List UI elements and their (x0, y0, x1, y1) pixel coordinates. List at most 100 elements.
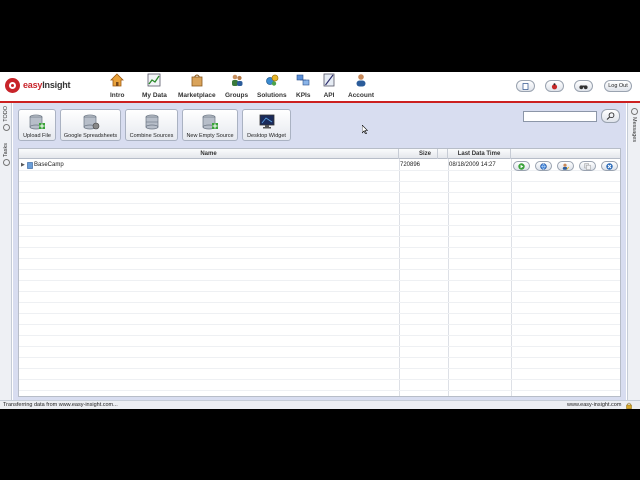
bug-icon (551, 82, 558, 89)
row-divider (19, 335, 620, 336)
search-input[interactable] (523, 111, 597, 122)
upload-file-label: Upload File (23, 133, 51, 139)
row-divider (19, 280, 620, 281)
delete-source-button[interactable] (601, 161, 618, 171)
nav-api[interactable]: API (322, 73, 336, 100)
search-button[interactable] (601, 109, 620, 123)
document-icon (522, 82, 529, 90)
row-divider (19, 225, 620, 226)
close-icon (606, 162, 613, 170)
row-name[interactable]: BaseCamp (34, 160, 64, 170)
nav-label: Marketplace (178, 92, 216, 99)
nav-marketplace[interactable]: Marketplace (178, 73, 216, 100)
nav-my-data[interactable]: My Data (142, 73, 167, 100)
row-divider (19, 258, 620, 259)
tasks-tab[interactable]: Tasks (0, 143, 12, 168)
copy-icon (584, 162, 591, 170)
lock-icon (626, 402, 632, 409)
nav-intro[interactable]: Intro (110, 73, 124, 100)
nav-label: My Data (142, 92, 167, 99)
nav-account[interactable]: Account (348, 73, 374, 100)
nav-groups[interactable]: Groups (225, 73, 248, 100)
help-button[interactable] (516, 80, 535, 92)
search-icon (606, 112, 615, 120)
combine-sources-label: Combine Sources (129, 133, 174, 139)
nav-label: KPIs (296, 92, 311, 99)
logout-label: Log Out (608, 83, 628, 89)
google-spreadsheets-button[interactable]: Google Spreadsheets (60, 109, 121, 141)
upload-file-button[interactable]: Upload File (18, 109, 56, 141)
play-icon (518, 162, 525, 170)
desktop-widget-label: Desktop Widget (247, 133, 286, 139)
column-divider (511, 159, 512, 396)
nav-kpis[interactable]: KPIs (296, 73, 310, 100)
column-header-size[interactable]: Size (399, 149, 438, 159)
new-empty-source-button[interactable]: New Empty Source (182, 109, 238, 141)
nav-label: Solutions (257, 92, 287, 99)
database-upload-icon (29, 114, 45, 130)
combine-sources-button[interactable]: Combine Sources (125, 109, 178, 141)
table-row[interactable]: ▶ BaseCamp 720896 08/18/2009 14:27 (19, 160, 620, 171)
run-report-button[interactable] (513, 161, 530, 171)
new-empty-source-label: New Empty Source (186, 133, 234, 139)
nav-label: Account (348, 92, 374, 99)
todo-tab-label: TODO (3, 106, 9, 122)
row-divider (19, 181, 620, 182)
row-divider (19, 203, 620, 204)
messages-tab[interactable]: Messages (628, 106, 640, 142)
refresh-data-button[interactable] (535, 161, 552, 171)
data-sources-panel: Upload File Google Spreadsheets Combine … (13, 103, 626, 400)
column-header-name[interactable]: Name (19, 149, 399, 159)
app-window: easyInsight Intro My Data Marketplace Gr… (0, 72, 640, 409)
logout-button[interactable]: Log Out (604, 80, 632, 92)
row-size: 720896 (400, 162, 421, 168)
status-url: www.easy-insight.com (567, 402, 622, 408)
logo-text: easyInsight (23, 80, 71, 90)
chart-icon (148, 73, 161, 87)
expand-arrow-icon[interactable]: ▶ (21, 160, 25, 170)
mouse-cursor-icon (362, 125, 368, 134)
nav-label: API (323, 92, 335, 99)
top-header: easyInsight Intro My Data Marketplace Gr… (0, 72, 640, 101)
grid-header: Name Size Last Data Time (19, 149, 620, 159)
row-last-data-time: 08/18/2009 14:27 (449, 162, 496, 168)
row-divider (19, 291, 620, 292)
find-button[interactable] (574, 80, 593, 92)
row-divider (19, 379, 620, 380)
row-divider (19, 192, 620, 193)
column-header-last-data-time[interactable]: Last Data Time (448, 149, 511, 159)
row-divider (19, 247, 620, 248)
nav-label: Intro (110, 92, 125, 99)
copy-source-button[interactable] (579, 161, 596, 171)
nav-solutions[interactable]: Solutions (257, 73, 287, 100)
database-add-icon (202, 114, 218, 130)
clock-icon (2, 159, 10, 167)
people-icon (231, 74, 243, 86)
row-divider (19, 346, 620, 347)
todo-icon (2, 123, 10, 131)
column-divider (399, 159, 400, 396)
status-bar: Transferring data from www.easy-insight.… (0, 400, 640, 409)
row-divider (19, 390, 620, 391)
desktop-widget-button[interactable]: Desktop Widget (242, 109, 291, 141)
kpi-icon (296, 74, 310, 86)
user-edit-icon (562, 163, 569, 170)
edit-source-button[interactable] (557, 161, 574, 171)
row-divider (19, 236, 620, 237)
data-sources-grid: Name Size Last Data Time ▶ BaseCamp 7208… (18, 148, 621, 397)
api-icon (323, 73, 335, 87)
row-divider (19, 324, 620, 325)
bug-report-button[interactable] (545, 80, 564, 92)
message-icon (630, 108, 638, 115)
bag-icon (191, 74, 203, 87)
row-divider (19, 302, 620, 303)
todo-tab[interactable]: TODO (0, 106, 12, 133)
left-side-tabs: TODO Tasks (0, 103, 12, 400)
google-spreadsheets-label: Google Spreadsheets (63, 133, 118, 139)
status-message: Transferring data from www.easy-insight.… (3, 402, 118, 408)
database-stack-icon (145, 114, 158, 130)
monitor-icon (259, 114, 274, 129)
right-side-tabs: Messages (627, 103, 640, 400)
easy-insight-logo[interactable]: easyInsight (5, 77, 71, 93)
data-source-icon (27, 162, 33, 169)
